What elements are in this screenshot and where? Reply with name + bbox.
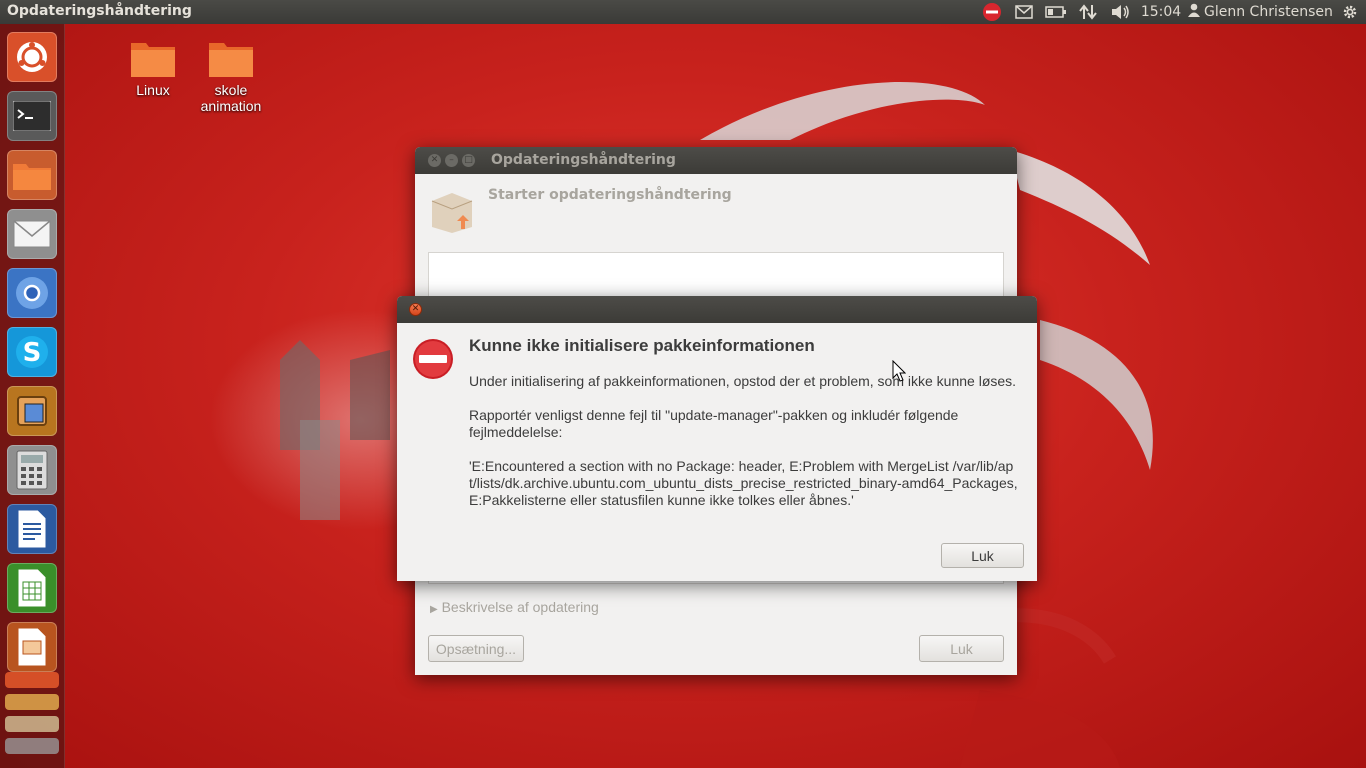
maximize-icon[interactable]: □ (462, 154, 475, 167)
minimize-icon[interactable]: – (445, 154, 458, 167)
user-icon (1188, 3, 1200, 21)
files-icon[interactable] (7, 150, 57, 200)
user-name: Glenn Christensen (1204, 4, 1333, 20)
clock[interactable]: 15:04 (1141, 0, 1181, 24)
launcher: S (0, 24, 65, 768)
top-panel: Opdateringshåndtering 15:04 Glenn Christ… (0, 0, 1366, 24)
close-icon[interactable]: ✕ (409, 303, 422, 316)
skype-icon[interactable]: S (7, 327, 57, 377)
desktop-icon-label: skole animation (200, 82, 262, 114)
folder-icon (208, 40, 254, 78)
mail-client-icon[interactable] (7, 209, 57, 259)
desktop-folder-skole-animation[interactable]: skole animation (186, 40, 276, 114)
error-dialog: ✕ Kunne ikke initialisere pakkeinformati… (397, 296, 1037, 581)
volume-icon[interactable] (1108, 0, 1132, 24)
error-dialog-titlebar[interactable]: ✕ (397, 296, 1037, 323)
folder-icon (130, 40, 176, 78)
battery-icon[interactable] (1044, 0, 1068, 24)
close-button[interactable]: Luk (919, 635, 1004, 662)
calc-spreadsheet-icon[interactable] (7, 563, 57, 613)
svg-text:S: S (23, 338, 42, 368)
impress-icon[interactable] (7, 622, 57, 672)
expander-arrow-icon: ▶ (430, 604, 438, 615)
error-details: 'E:Encountered a section with no Package… (469, 458, 1018, 508)
active-app-title: Opdateringshåndtering (7, 3, 192, 19)
network-arrows-icon[interactable] (1076, 0, 1100, 24)
no-entry-indicator-icon[interactable] (980, 0, 1004, 24)
description-expander[interactable]: ▶ Beskrivelse af opdatering (430, 599, 599, 615)
settings-button[interactable]: Opsætning... (428, 635, 524, 662)
writer-icon[interactable] (7, 504, 57, 554)
desktop-folder-linux[interactable]: Linux (108, 40, 198, 98)
mouse-pointer-icon (892, 359, 907, 386)
virtualbox-icon[interactable] (7, 386, 57, 436)
ubuntu-dash-icon[interactable] (7, 32, 57, 82)
update-manager-heading: Starter opdateringshåndtering (488, 187, 732, 203)
terminal-icon[interactable] (7, 91, 57, 141)
error-message-2: Rapportér venligst denne fejl til "updat… (469, 407, 959, 440)
error-heading: Kunne ikke initialisere pakkeinformation… (469, 336, 815, 355)
mail-icon[interactable] (1012, 0, 1036, 24)
window-title: Opdateringshåndtering (491, 152, 676, 168)
error-icon (412, 338, 454, 384)
launcher-collapsed-stack[interactable] (5, 672, 59, 762)
gear-icon[interactable] (1338, 0, 1362, 24)
expander-label: Beskrivelse af opdatering (441, 599, 599, 615)
calculator-icon[interactable] (7, 445, 57, 495)
package-icon (429, 187, 475, 237)
user-menu[interactable]: Glenn Christensen (1188, 0, 1334, 24)
close-button[interactable]: Luk (941, 543, 1024, 568)
close-icon[interactable]: ✕ (428, 154, 441, 167)
update-manager-titlebar[interactable]: ✕ – □ Opdateringshåndtering (415, 147, 1017, 174)
chromium-icon[interactable] (7, 268, 57, 318)
error-message-1: Under initialisering af pakkeinformation… (469, 373, 1017, 389)
desktop-icon-label: Linux (136, 82, 170, 98)
